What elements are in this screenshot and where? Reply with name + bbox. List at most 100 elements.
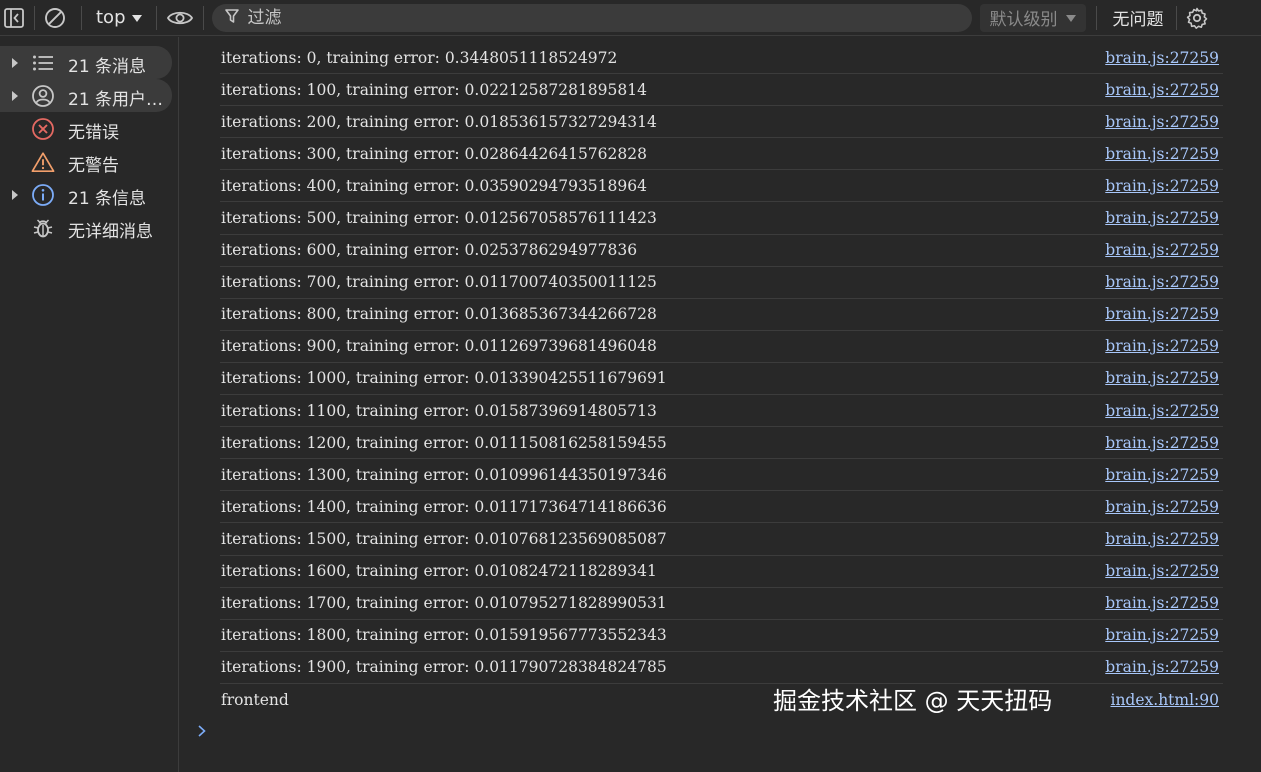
filter-input-box[interactable] <box>211 3 972 32</box>
console-message-text: iterations: 300, training error: 0.02864… <box>221 144 647 163</box>
source-link[interactable]: brain.js:27259 <box>1105 594 1223 612</box>
console-message-text: iterations: 1300, training error: 0.0109… <box>221 465 667 484</box>
expand-arrow-icon[interactable] <box>12 58 18 68</box>
console-message-row: iterations: 300, training error: 0.02864… <box>220 138 1223 171</box>
source-link[interactable]: brain.js:27259 <box>1105 305 1223 323</box>
console-message-text: iterations: 1800, training error: 0.0159… <box>221 626 667 645</box>
chevron-down-icon <box>131 15 142 22</box>
source-link[interactable]: brain.js:27259 <box>1105 434 1223 452</box>
toolbar-divider <box>1095 5 1097 30</box>
filter-input[interactable] <box>247 7 948 28</box>
source-link[interactable]: brain.js:27259 <box>1105 402 1223 420</box>
console-message-text: iterations: 1100, training error: 0.0158… <box>221 401 657 420</box>
console-message-row: iterations: 900, training error: 0.01126… <box>220 331 1223 363</box>
console-sidebar: 21 条消息 21 条用户消息 无错误 无警告 21 条信息 <box>0 37 179 772</box>
console-message-row: iterations: 1200, training error: 0.0111… <box>220 427 1223 460</box>
toolbar-divider <box>155 5 157 30</box>
console-message-row: iterations: 400, training error: 0.03590… <box>220 170 1223 203</box>
console-message-text: iterations: 1600, training error: 0.0108… <box>221 562 657 581</box>
source-link[interactable]: brain.js:27259 <box>1105 241 1223 259</box>
console-message-row: iterations: 1500, training error: 0.0107… <box>220 523 1223 556</box>
source-link[interactable]: brain.js:27259 <box>1105 530 1223 548</box>
console-message-row: iterations: 500, training error: 0.01256… <box>220 202 1223 235</box>
source-link[interactable]: brain.js:27259 <box>1105 209 1223 227</box>
sidebar-item-label: 21 条消息 <box>68 57 147 77</box>
console-message-row: iterations: 1100, training error: 0.0158… <box>220 395 1223 428</box>
console-output: iterations: 0, training error: 0.3448051… <box>180 37 1261 772</box>
console-message-row: iterations: 1300, training error: 0.0109… <box>220 459 1223 492</box>
sidebar-item-user-messages[interactable]: 21 条用户消息 <box>0 79 172 112</box>
console-message-text: iterations: 1400, training error: 0.0117… <box>221 497 667 516</box>
console-message-text: iterations: 1200, training error: 0.0111… <box>221 433 667 452</box>
console-message-text: iterations: 0, training error: 0.3448051… <box>221 48 618 67</box>
eye-icon[interactable] <box>165 6 195 30</box>
toolbar-divider <box>1175 5 1177 30</box>
console-message-text: iterations: 900, training error: 0.01126… <box>221 337 657 356</box>
console-message-row: iterations: 800, training error: 0.01368… <box>220 299 1223 331</box>
console-message-row: iterations: 200, training error: 0.01853… <box>220 106 1223 139</box>
source-link[interactable]: index.html:90 <box>1110 691 1223 709</box>
console-message-row: iterations: 1700, training error: 0.0107… <box>220 588 1223 620</box>
sidebar-item-messages[interactable]: 21 条消息 <box>0 46 172 79</box>
source-link[interactable]: brain.js:27259 <box>1105 562 1223 580</box>
toolbar-divider <box>34 5 35 30</box>
sidebar-item-label: 21 条用户消息 <box>68 90 168 110</box>
user-icon <box>31 84 55 108</box>
warning-icon <box>31 150 55 174</box>
context-selector-label: top <box>96 7 126 28</box>
console-message-text: iterations: 1000, training error: 0.0133… <box>221 369 667 388</box>
console-message-row: iterations: 0, training error: 0.3448051… <box>220 42 1223 75</box>
issues-count[interactable]: 无问题 <box>1107 5 1170 30</box>
source-link[interactable]: brain.js:27259 <box>1105 177 1223 195</box>
sidebar-item-label: 无错误 <box>68 123 119 143</box>
source-link[interactable]: brain.js:27259 <box>1105 626 1223 644</box>
expand-arrow-icon[interactable] <box>12 190 18 200</box>
toggle-sidebar-icon[interactable] <box>2 6 26 30</box>
bug-icon <box>31 216 55 240</box>
source-link[interactable]: brain.js:27259 <box>1105 145 1223 163</box>
gear-icon[interactable] <box>1185 6 1209 30</box>
console-message-row: iterations: 1000, training error: 0.0133… <box>220 363 1223 396</box>
console-message-row: iterations: 1800, training error: 0.0159… <box>220 620 1223 652</box>
console-message-row: iterations: 1400, training error: 0.0117… <box>220 491 1223 524</box>
sidebar-item-label: 21 条信息 <box>68 189 147 209</box>
toolbar-divider <box>81 5 82 30</box>
console-message-row: frontend index.html:90 <box>220 684 1223 716</box>
sidebar-item-info[interactable]: 21 条信息 <box>0 178 178 211</box>
clear-console-icon[interactable] <box>43 6 67 30</box>
log-level-select[interactable]: 默认级别 <box>979 3 1086 32</box>
console-message-text: iterations: 200, training error: 0.01853… <box>221 112 657 131</box>
console-message-text: iterations: 1900, training error: 0.0117… <box>221 658 667 677</box>
sidebar-item-label: 无详细消息 <box>68 222 153 242</box>
sidebar-item-errors[interactable]: 无错误 <box>0 112 178 145</box>
console-message-text: iterations: 1700, training error: 0.0107… <box>221 594 667 613</box>
info-icon <box>31 183 55 207</box>
sidebar-item-verbose[interactable]: 无详细消息 <box>0 211 178 244</box>
watermark: 掘金技术社区 @ 天天扭码 <box>773 687 1053 715</box>
console-message-row: iterations: 1900, training error: 0.0117… <box>220 652 1223 684</box>
console-message-row: iterations: 600, training error: 0.02537… <box>220 235 1223 267</box>
console-message-row: iterations: 1600, training error: 0.0108… <box>220 556 1223 588</box>
console-message-text: iterations: 100, training error: 0.02212… <box>221 80 647 99</box>
context-selector[interactable]: top <box>90 4 148 32</box>
source-link[interactable]: brain.js:27259 <box>1105 658 1223 676</box>
console-toolbar: top 默认级别 无问题 <box>0 0 1261 36</box>
console-prompt-chevron-icon[interactable] <box>196 723 208 743</box>
source-link[interactable]: brain.js:27259 <box>1105 81 1223 99</box>
error-icon <box>31 117 55 141</box>
source-link[interactable]: brain.js:27259 <box>1105 49 1223 67</box>
console-message-text: iterations: 800, training error: 0.01368… <box>221 305 657 324</box>
devtools-console-panel: top 默认级别 无问题 21 <box>0 0 1261 772</box>
source-link[interactable]: brain.js:27259 <box>1105 337 1223 355</box>
sidebar-item-warnings[interactable]: 无警告 <box>0 145 178 178</box>
source-link[interactable]: brain.js:27259 <box>1105 369 1223 387</box>
source-link[interactable]: brain.js:27259 <box>1105 113 1223 131</box>
expand-arrow-icon[interactable] <box>12 91 18 101</box>
source-link[interactable]: brain.js:27259 <box>1105 273 1223 291</box>
console-message-text: iterations: 700, training error: 0.01170… <box>221 273 657 292</box>
sidebar-item-label: 无警告 <box>68 156 119 176</box>
console-message-text: frontend <box>221 690 289 709</box>
console-message-text: iterations: 600, training error: 0.02537… <box>221 241 638 260</box>
source-link[interactable]: brain.js:27259 <box>1105 466 1223 484</box>
source-link[interactable]: brain.js:27259 <box>1105 498 1223 516</box>
